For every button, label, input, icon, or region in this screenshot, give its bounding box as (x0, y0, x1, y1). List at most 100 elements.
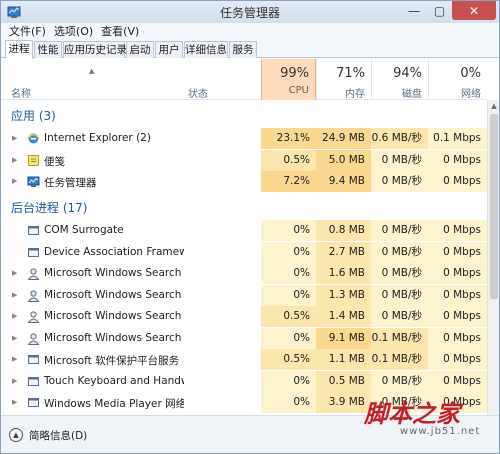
disk-cell: 0 MB/秒 (371, 149, 428, 171)
process-icon (28, 376, 39, 386)
scroll-thumb[interactable] (490, 114, 498, 299)
table-row[interactable]: ▶ Microsoft Windows Search P... 0% 1.3 M… (1, 284, 487, 306)
disk-label: 磁盘 (402, 89, 422, 100)
expand-chevron-icon[interactable]: ▶ (12, 334, 17, 342)
cpu-total: 99% (280, 66, 309, 81)
table-row[interactable]: ▶ Internet Explorer (2) 23.1% 24.9 MB 0.… (1, 128, 487, 149)
memory-total: 71% (336, 66, 365, 81)
process-icon (28, 398, 39, 407)
cpu-cell: 0% (261, 392, 316, 413)
process-name: Device Association Framewo... (44, 245, 184, 258)
sticky-notes-icon (28, 154, 39, 166)
table-row[interactable]: ▶ Touch Keyboard and Handw... 0% 0.5 MB … (1, 370, 487, 392)
disk-cell: 0 MB/秒 (371, 284, 428, 306)
menu-bar: 文件(F) 选项(O) 查看(V) (1, 23, 499, 39)
expand-chevron-icon[interactable]: ▶ (12, 269, 17, 277)
expand-chevron-icon[interactable]: ▶ (12, 156, 17, 164)
column-header: ▲ 名称 状态 99% CPU 71% 内存 94% 磁盘 0% 网络 (1, 59, 487, 100)
disk-cell: 0 MB/秒 (371, 171, 428, 192)
expand-chevron-icon[interactable]: ▶ (12, 398, 17, 406)
network-cell: 0 Mbps (428, 284, 487, 306)
memory-cell: 1.1 MB (316, 349, 371, 370)
disk-cell: 0 MB/秒 (371, 241, 428, 263)
table-row[interactable]: ▶ Microsoft Windows Search ... 0% 9.1 MB… (1, 327, 487, 349)
scroll-up-icon[interactable]: ▲ (488, 100, 500, 112)
tab-processes[interactable]: 进程 (5, 40, 33, 59)
memory-cell: 9.1 MB (316, 327, 371, 349)
cpu-cell: 0% (261, 370, 316, 392)
task-manager-icon (27, 176, 40, 187)
task-manager-window: 任务管理器 — ▢ ✕ 文件(F) 选项(O) 查看(V) 进程 性能 应用历史… (0, 0, 500, 454)
expand-chevron-icon[interactable]: ▶ (12, 377, 17, 385)
process-icon (28, 247, 39, 257)
cpu-cell: 0% (261, 220, 316, 241)
tab-services[interactable]: 服务 (229, 41, 257, 58)
close-button[interactable]: ✕ (452, 1, 496, 20)
column-memory[interactable]: 71% 内存 (316, 59, 371, 100)
column-cpu[interactable]: 99% CPU (261, 59, 316, 100)
expand-chevron-icon[interactable]: ▶ (12, 355, 17, 363)
process-name: Microsoft Windows Search P... (44, 288, 184, 301)
process-name: 便笺 (44, 155, 65, 168)
disk-cell: 0 MB/秒 (371, 263, 428, 284)
process-name: Microsoft 软件保护平台服务 (44, 355, 180, 367)
column-name[interactable]: 名称 (11, 85, 31, 100)
vertical-scrollbar[interactable]: ▲ (487, 100, 499, 415)
menu-options[interactable]: 选项(O) (50, 23, 97, 39)
network-cell: 0 Mbps (428, 220, 487, 241)
network-cell: 0 Mbps (428, 349, 487, 370)
search-user-icon (27, 289, 40, 302)
cpu-cell: 0% (261, 241, 316, 263)
process-icon (28, 226, 39, 235)
table-row[interactable]: ▶ 任务管理器 7.2% 9.4 MB 0 MB/秒 0 Mbps (1, 171, 487, 192)
expand-chevron-icon[interactable]: ▶ (12, 312, 17, 320)
expand-chevron-icon[interactable]: ▶ (12, 177, 17, 185)
disk-cell: 0.1 MB/秒 (371, 349, 428, 370)
sort-up-icon[interactable]: ▲ (89, 67, 94, 75)
tab-bar: 进程 性能 应用历史记录 启动 用户 详细信息 服务 (1, 39, 499, 59)
fewer-details-button[interactable]: ▲ 简略信息(D) (9, 426, 87, 444)
cpu-cell: 0.5% (261, 349, 316, 370)
disk-cell: 0.1 MB/秒 (371, 327, 428, 349)
process-name: Microsoft Windows Search Fi... (44, 267, 184, 279)
expand-chevron-icon[interactable]: ▶ (12, 134, 17, 142)
cpu-cell: 0.5% (261, 306, 316, 327)
table-row[interactable]: Device Association Framewo... 0% 2.7 MB … (1, 241, 487, 263)
cpu-cell: 0.5% (261, 149, 316, 171)
table-row[interactable]: ▶ Microsoft Windows Search P... 0.5% 1.4… (1, 306, 487, 327)
column-disk[interactable]: 94% 磁盘 (371, 59, 428, 100)
table-row[interactable]: ▶ Microsoft Windows Search Fi... 0% 1.6 … (1, 263, 487, 284)
tab-users[interactable]: 用户 (155, 41, 183, 58)
tab-performance[interactable]: 性能 (34, 41, 62, 58)
menu-file[interactable]: 文件(F) (5, 23, 50, 39)
memory-cell: 1.4 MB (316, 306, 371, 327)
fewer-details-label: 简略信息(D) (29, 429, 88, 442)
process-name: Microsoft Windows Search ... (44, 331, 184, 344)
table-row[interactable]: COM Surrogate 0% 0.8 MB 0 MB/秒 0 Mbps (1, 220, 487, 241)
tab-app-history[interactable]: 应用历史记录 (63, 41, 127, 58)
watermark-logo: 脚本之家 www.jb51.net (364, 394, 494, 444)
search-user-icon (27, 268, 40, 280)
disk-cell: 0 MB/秒 (371, 220, 428, 241)
menu-view[interactable]: 查看(V) (97, 23, 143, 39)
maximize-button[interactable]: ▢ (427, 1, 452, 20)
cpu-cell: 23.1% (261, 128, 316, 149)
tab-startup[interactable]: 启动 (126, 41, 154, 58)
process-name: Windows Media Player 网络... (44, 398, 184, 410)
tab-details[interactable]: 详细信息 (184, 41, 228, 58)
process-name: Internet Explorer (2) (44, 132, 151, 144)
cpu-cell: 0% (261, 284, 316, 306)
cpu-cell: 0% (261, 263, 316, 284)
memory-cell: 1.3 MB (316, 284, 371, 306)
chevron-up-icon: ▲ (9, 428, 23, 442)
network-cell: 0 Mbps (428, 370, 487, 392)
column-network[interactable]: 0% 网络 (428, 59, 487, 100)
table-row[interactable]: ▶ 便笺 0.5% 5.0 MB 0 MB/秒 0 Mbps (1, 149, 487, 171)
internet-explorer-icon (27, 133, 40, 144)
title-bar[interactable]: 任务管理器 — ▢ ✕ (1, 1, 499, 23)
table-row[interactable]: ▶ Microsoft 软件保护平台服务 0.5% 1.1 MB 0.1 MB/… (1, 349, 487, 370)
expand-chevron-icon[interactable]: ▶ (12, 291, 17, 299)
minimize-button[interactable]: — (401, 1, 427, 20)
column-status[interactable]: 状态 (188, 85, 208, 100)
group-apps: 应用 (3) (11, 109, 56, 123)
